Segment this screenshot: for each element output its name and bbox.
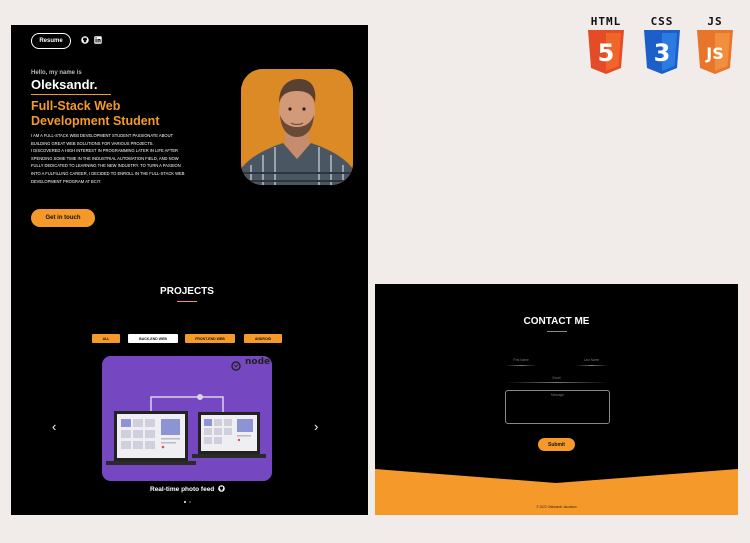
bio-line: spending some time in the industrial aut… <box>31 155 179 161</box>
html5-logo: HTML 5 <box>585 15 627 81</box>
greeting: Hello, my name is <box>31 70 82 76</box>
message-field[interactable]: Message <box>505 390 610 424</box>
portfolio-page: Resume Hello, my name is Oleksandr. Full… <box>11 25 368 515</box>
css3-logo: CSS 3 <box>641 15 683 81</box>
submit-button[interactable]: Submit <box>538 438 575 451</box>
js-digit: JS <box>705 44 723 63</box>
email-field[interactable]: Email <box>505 376 608 380</box>
projects-title: PROJECTS <box>160 286 214 297</box>
submit-label: Submit <box>548 441 565 448</box>
bio-line: development program at BCIT. <box>31 178 102 184</box>
filter-back-end[interactable]: BACK-END WEB <box>128 334 178 343</box>
linkedin-icon[interactable] <box>94 36 102 44</box>
last-name-underline <box>575 365 608 366</box>
role-line-2: Development Student <box>31 114 160 128</box>
contact-page: CONTACT ME First Name Last Name Email Me… <box>375 284 738 515</box>
js-logo: JS JS <box>694 15 736 81</box>
html5-shield-icon: 5 <box>588 30 624 74</box>
first-name-field[interactable]: First Name <box>505 358 537 362</box>
get-in-touch-label: Get in touch <box>45 215 81 221</box>
bio-text: I am a full-stack web development studen… <box>31 132 191 185</box>
footer: © 2022 Oleksandr Jacobson <box>375 469 738 515</box>
contact-underline <box>547 331 567 332</box>
node-badge: node <box>245 357 271 367</box>
bio-line: I am a full-stack web development studen… <box>31 133 174 138</box>
bio-line: I discovered a high interest in programm… <box>31 148 179 154</box>
first-name-underline <box>505 365 537 366</box>
js-shield-icon: JS <box>697 30 733 74</box>
project-caption: Real-time photo feed <box>150 486 215 493</box>
message-placeholder: Message <box>551 393 564 397</box>
project-illustration <box>102 356 272 481</box>
css-label: CSS <box>650 15 674 28</box>
resume-button[interactable]: Resume <box>31 33 71 49</box>
role-heading: Full-Stack Web Development Student <box>31 99 160 129</box>
bio-line: into a fulfilling career, I decided to e… <box>31 170 185 176</box>
contact-title: CONTACT ME <box>523 316 590 327</box>
html-label: HTML <box>590 15 622 28</box>
filter-android[interactable]: ANDROID <box>244 334 282 343</box>
html5-digit: 5 <box>598 39 615 67</box>
js-label: JS <box>707 15 723 28</box>
slide-dot[interactable] <box>189 501 191 503</box>
footer-copyright: © 2022 Oleksandr Jacobson <box>536 505 577 509</box>
bio-line: fully dedicated to learning the new indu… <box>31 163 181 169</box>
github-icon[interactable] <box>81 36 89 44</box>
name-underline <box>31 94 111 95</box>
name-heading: Oleksandr. <box>31 77 98 92</box>
filter-front-end[interactable]: FRONT-END WEB <box>185 334 235 343</box>
next-arrow-icon[interactable]: › <box>314 420 318 433</box>
css3-shield-icon: 3 <box>644 30 680 74</box>
last-name-field[interactable]: Last Name <box>575 358 608 362</box>
email-underline <box>505 382 608 383</box>
prev-arrow-icon[interactable]: ‹ <box>52 420 56 433</box>
profile-photo <box>241 69 353 185</box>
slide-dot-active[interactable] <box>184 501 186 503</box>
github-icon[interactable] <box>218 485 225 492</box>
role-line-1: Full-Stack Web <box>31 99 121 113</box>
resume-label: Resume <box>39 38 63 44</box>
filter-all[interactable]: ALL <box>92 334 120 343</box>
css3-digit: 3 <box>654 39 671 67</box>
project-card[interactable]: node <box>102 356 272 481</box>
get-in-touch-button[interactable]: Get in touch <box>31 209 95 227</box>
projects-underline <box>177 301 197 302</box>
bio-line: building great web solutions for various… <box>31 140 154 146</box>
